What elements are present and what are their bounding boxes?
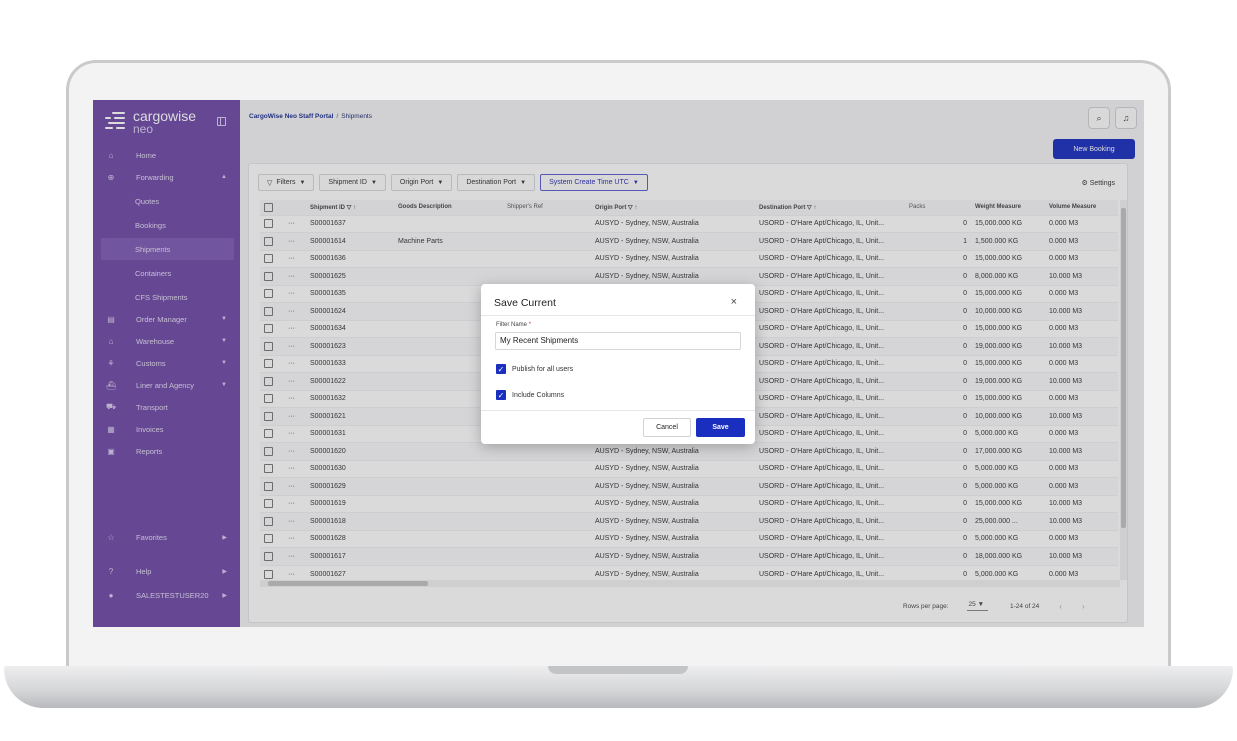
cancel-button[interactable]: Cancel — [643, 418, 691, 437]
app-screen: cargowise neo ⌂ Home ⊕ Forwarding ▲ Quotes Boo… — [93, 100, 1144, 627]
filter-name-label: Filter Name * — [496, 322, 532, 328]
publish-label: Publish for all users — [512, 365, 574, 373]
dialog-title: Save Current — [494, 297, 556, 309]
filter-name-input[interactable]: My Recent Shipments — [495, 332, 741, 350]
include-columns-option[interactable]: ✓ Include Columns — [496, 390, 564, 400]
include-columns-checkbox[interactable]: ✓ — [496, 390, 506, 400]
laptop-notch — [548, 666, 688, 674]
save-button[interactable]: Save — [696, 418, 745, 437]
include-columns-label: Include Columns — [512, 391, 565, 399]
divider — [481, 410, 755, 411]
publish-checkbox[interactable]: ✓ — [496, 364, 506, 374]
publish-all-users-option[interactable]: ✓ Publish for all users — [496, 364, 573, 374]
save-filter-dialog: Save Current × Filter Name * My Recent S… — [481, 284, 755, 444]
divider — [481, 315, 755, 316]
close-icon[interactable]: × — [731, 296, 737, 308]
